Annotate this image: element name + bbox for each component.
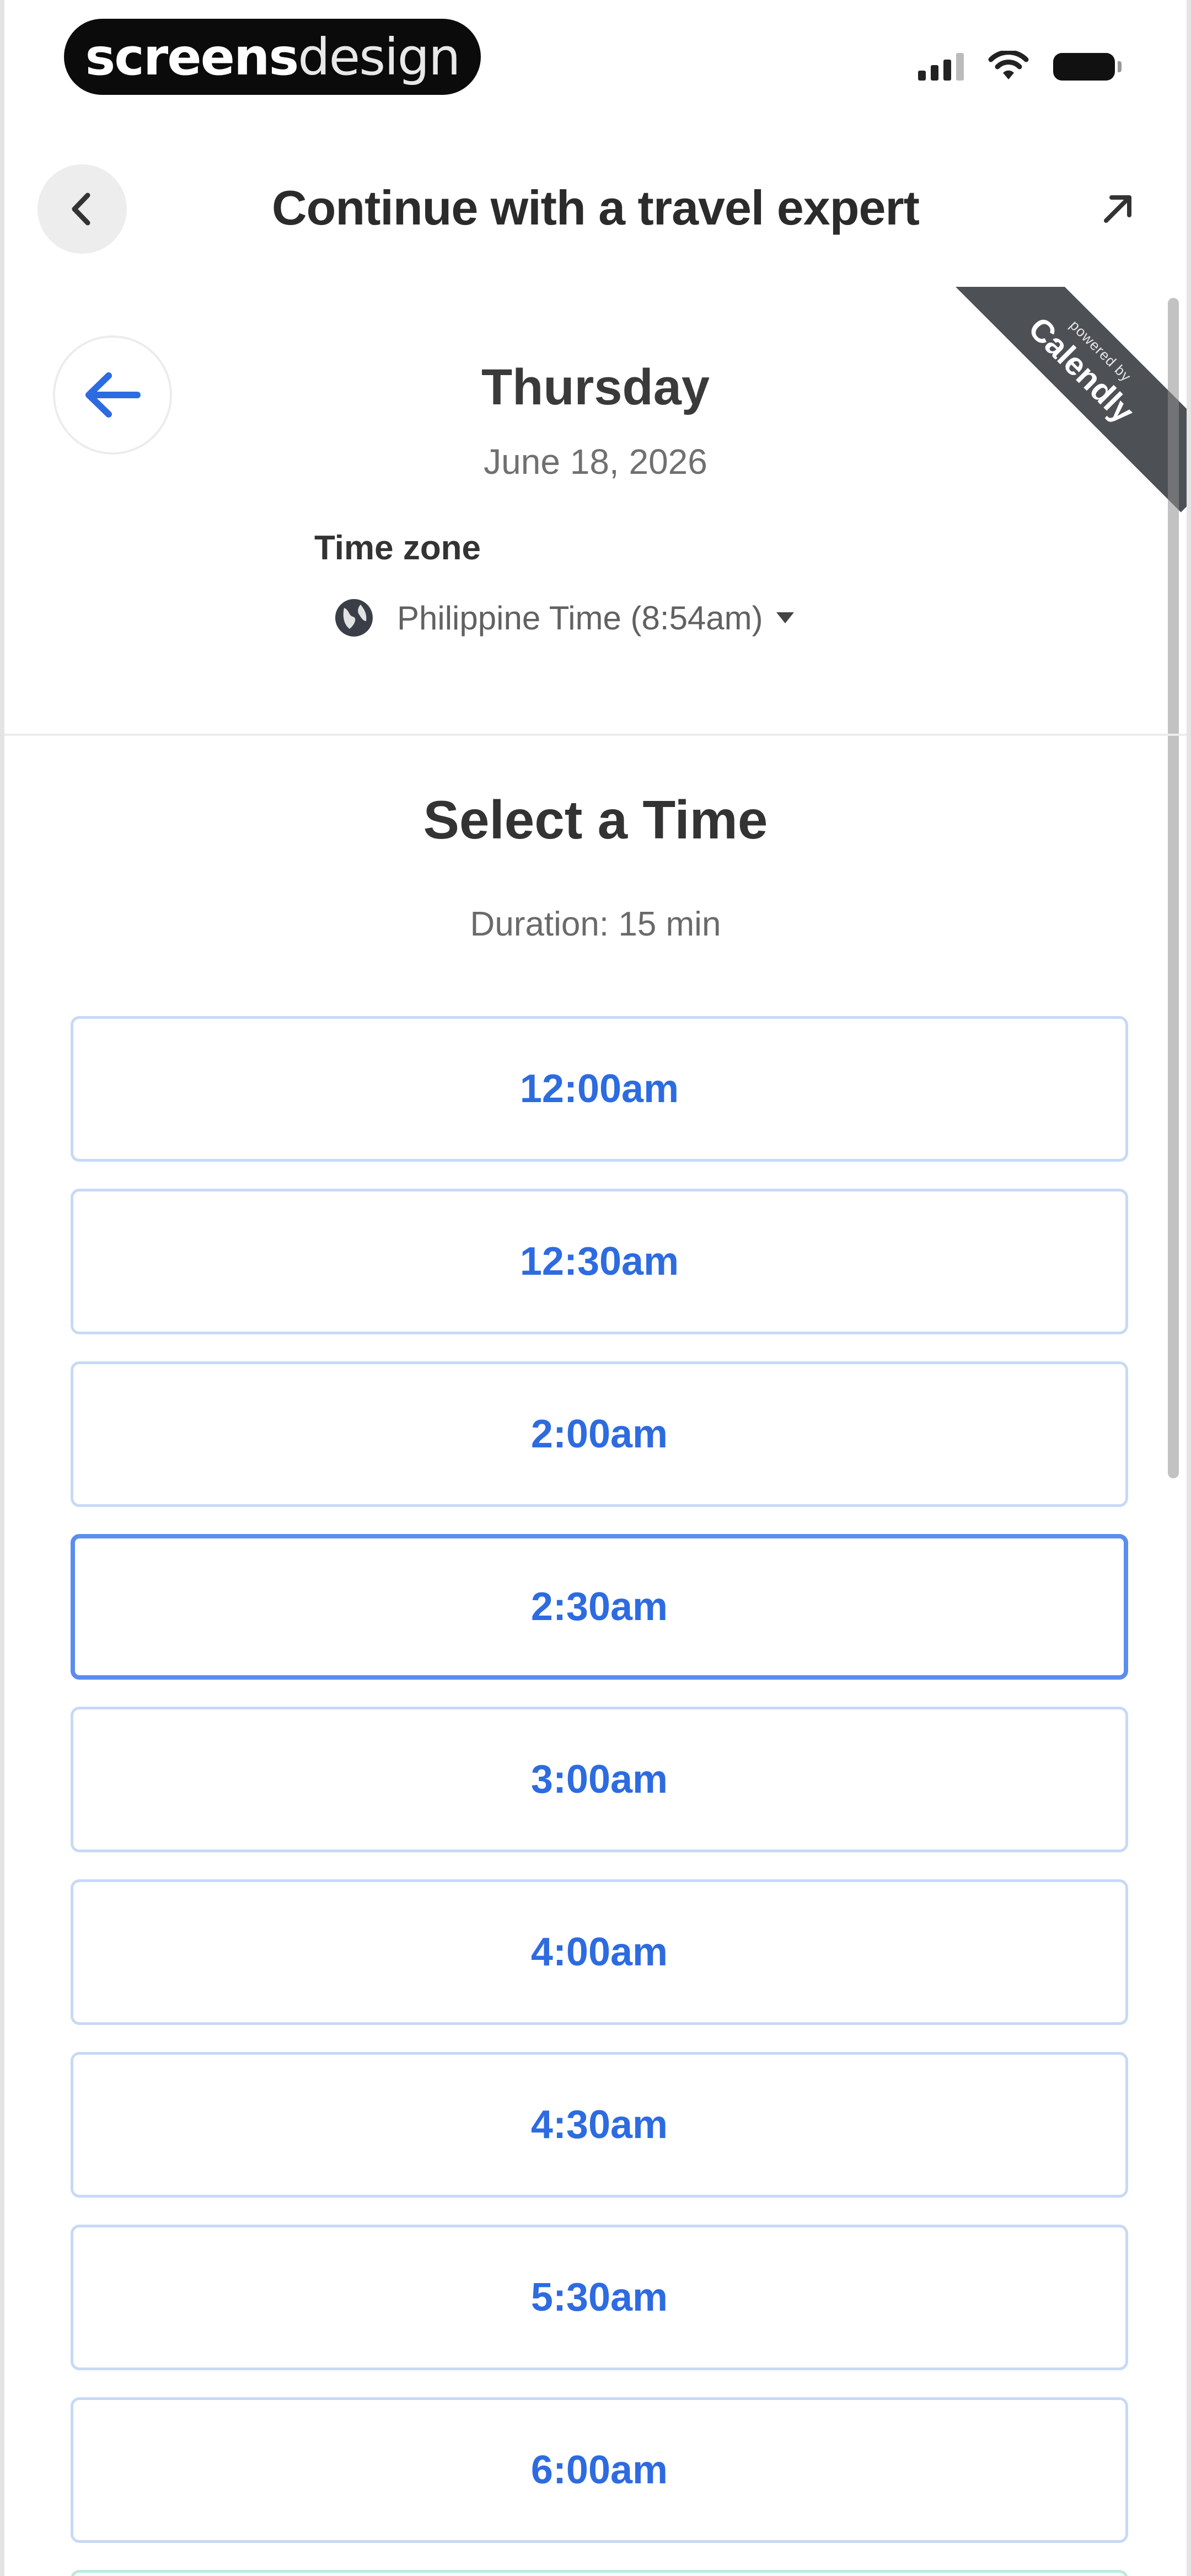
- battery-icon: [1053, 53, 1122, 81]
- select-time-title: Select a Time: [423, 789, 768, 850]
- phone-screen: screens design Continue with a travel exp…: [0, 0, 1191, 2576]
- caret-down-icon: [776, 612, 794, 623]
- timezone-label: Time zone: [314, 529, 481, 567]
- header-bar: Continue with a travel expert: [4, 149, 1187, 265]
- time-slot-button[interactable]: 3:00am: [71, 1707, 1128, 1852]
- time-slot-button[interactable]: 5:30am: [71, 2225, 1128, 2370]
- signal-icon: [918, 53, 964, 81]
- time-slot-button[interactable]: 4:00am: [71, 1879, 1128, 2025]
- section-divider: [4, 734, 1187, 736]
- selected-date: June 18, 2026: [484, 442, 707, 482]
- status-bar: screens design: [4, 0, 1187, 116]
- time-slot-button-selected[interactable]: 2:30am: [71, 1534, 1128, 1680]
- wifi-icon: [988, 51, 1029, 79]
- time-slot-button[interactable]: 4:30am: [71, 2052, 1128, 2198]
- globe-icon: [335, 599, 373, 637]
- brand-light: design: [298, 27, 460, 87]
- timezone-value: Philippine Time (8:54am): [397, 599, 763, 637]
- timezone-selector[interactable]: Philippine Time (8:54am): [333, 597, 794, 639]
- time-slot-button[interactable]: 12:30am: [71, 1189, 1128, 1334]
- header-title: Continue with a travel expert: [272, 180, 920, 235]
- time-slot-list: 12:00am 12:30am 2:00am 2:30am 3:00am 4:0…: [71, 1016, 1128, 2576]
- status-icons: [918, 51, 1122, 81]
- selected-day: Thursday: [481, 359, 710, 415]
- brand-bold: screens: [85, 27, 299, 87]
- brand-logo: screens design: [64, 19, 481, 95]
- time-slot-button[interactable]: 6:00am: [71, 2397, 1128, 2543]
- external-link-button[interactable]: [1093, 184, 1142, 234]
- time-slot-button-partial[interactable]: [71, 2570, 1128, 2576]
- time-slot-button[interactable]: 12:00am: [71, 1016, 1128, 1162]
- external-link-icon: [1104, 195, 1131, 223]
- time-slot-button[interactable]: 2:00am: [71, 1361, 1128, 1507]
- duration-text: Duration: 15 min: [470, 905, 721, 943]
